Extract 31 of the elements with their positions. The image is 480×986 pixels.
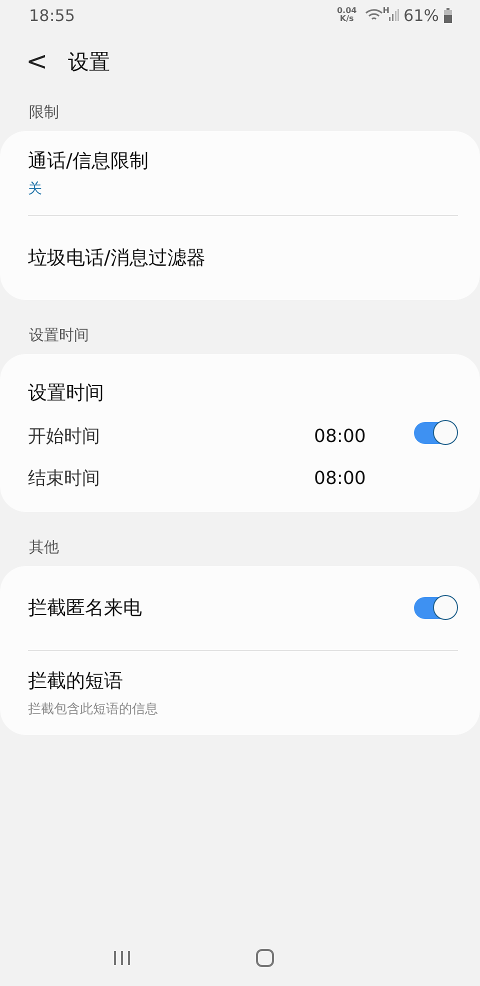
time-label: 结束时间 bbox=[28, 467, 101, 490]
network-speed: 0.04 K/s bbox=[336, 7, 357, 23]
item-subtitle: 拦截包含此短语的信息 bbox=[28, 701, 159, 718]
time-value[interactable]: 08:00 bbox=[314, 426, 414, 446]
item-title: 垃圾电话/消息过滤器 bbox=[28, 246, 206, 271]
settings-item[interactable]: 拦截匿名来电 bbox=[28, 566, 458, 651]
recent-apps-button[interactable] bbox=[112, 950, 132, 966]
toggle-switch[interactable] bbox=[414, 422, 456, 444]
item-title: 拦截的短语 bbox=[28, 669, 124, 694]
section-label: 限制 bbox=[28, 103, 60, 122]
item-subtitle: 关 bbox=[28, 180, 43, 198]
settings-item[interactable]: 拦截的短语 拦截包含此短语的信息 bbox=[28, 651, 458, 735]
item-title: 通话/信息限制 bbox=[28, 149, 150, 174]
home-button[interactable] bbox=[254, 948, 275, 968]
item-title: 设置时间 bbox=[28, 381, 105, 406]
time-label: 开始时间 bbox=[28, 425, 101, 448]
toggle-switch[interactable] bbox=[414, 597, 456, 619]
network-type: H bbox=[382, 6, 390, 14]
item-title: 拦截匿名来电 bbox=[28, 596, 143, 621]
page-title: 设置 bbox=[68, 49, 110, 76]
battery-icon bbox=[444, 8, 452, 22]
settings-item[interactable]: 通话/信息限制 关 bbox=[28, 131, 458, 216]
section-label: 设置时间 bbox=[28, 326, 90, 345]
wifi-icon bbox=[364, 8, 383, 22]
signal-icon bbox=[389, 9, 400, 21]
settings-item[interactable]: 垃圾电话/消息过滤器 bbox=[28, 216, 458, 300]
status-time: 18:55 bbox=[29, 6, 76, 24]
time-value[interactable]: 08:00 bbox=[314, 468, 414, 488]
back-button[interactable]: < bbox=[22, 49, 52, 75]
battery-percent: 61% bbox=[403, 6, 439, 24]
section-label: 其他 bbox=[28, 538, 60, 557]
